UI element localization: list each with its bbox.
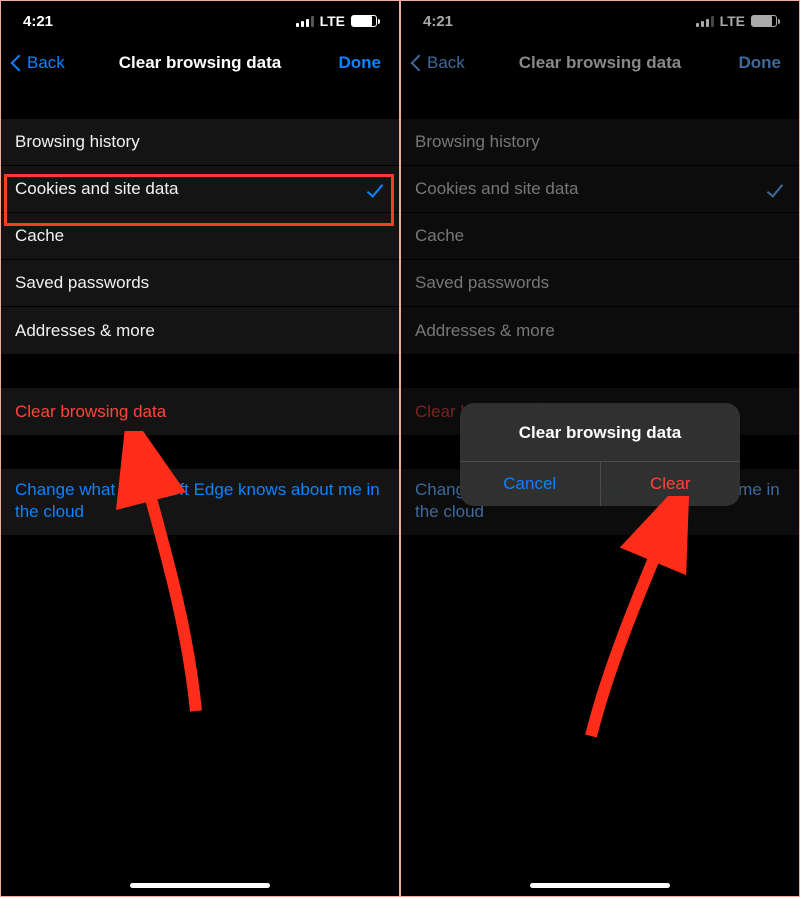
option-label: Addresses & more [15, 321, 155, 341]
option-passwords[interactable]: Saved passwords [1, 260, 399, 307]
option-passwords: Saved passwords [401, 260, 799, 307]
option-cookies: Cookies and site data [401, 166, 799, 213]
signal-icon [296, 16, 314, 27]
nav-bar: Back Clear browsing data Done [401, 41, 799, 85]
option-cache[interactable]: Cache [1, 213, 399, 260]
back-button: Back [403, 53, 465, 73]
option-label: Cookies and site data [15, 179, 179, 199]
screenshot-right: 4:21 LTE Back Clear browsing data Done B… [400, 0, 800, 897]
option-label: Addresses & more [415, 321, 555, 341]
back-button[interactable]: Back [3, 53, 65, 73]
battery-icon [351, 15, 377, 27]
options-list: Browsing history Cookies and site data C… [401, 119, 799, 354]
status-time: 4:21 [23, 13, 53, 30]
cancel-button[interactable]: Cancel [460, 462, 601, 506]
option-label: Browsing history [15, 132, 140, 152]
option-label: Cache [15, 226, 64, 246]
done-button[interactable]: Done [339, 53, 394, 73]
status-bar: 4:21 LTE [401, 1, 799, 41]
chevron-left-icon [11, 55, 28, 72]
confirm-dialog: Clear browsing data Cancel Clear [460, 403, 740, 506]
cloud-privacy-link[interactable]: Change what Microsoft Edge knows about m… [1, 469, 399, 535]
option-browsing-history: Browsing history [401, 119, 799, 166]
chevron-left-icon [411, 55, 428, 72]
dialog-title: Clear browsing data [460, 403, 740, 461]
clear-button[interactable]: Clear [601, 462, 741, 506]
signal-icon [696, 16, 714, 27]
home-indicator [530, 883, 670, 888]
option-label: Cookies and site data [415, 179, 579, 199]
options-list: Browsing history Cookies and site data C… [1, 119, 399, 354]
nav-bar: Back Clear browsing data Done [1, 41, 399, 85]
option-browsing-history[interactable]: Browsing history [1, 119, 399, 166]
option-label: Saved passwords [415, 273, 549, 293]
done-button: Done [739, 53, 794, 73]
checkmark-icon [767, 180, 783, 197]
option-cache: Cache [401, 213, 799, 260]
home-indicator [130, 883, 270, 888]
option-label: Browsing history [415, 132, 540, 152]
battery-icon [751, 15, 777, 27]
network-label: LTE [720, 13, 745, 29]
option-label: Cache [415, 226, 464, 246]
network-label: LTE [320, 13, 345, 29]
checkmark-icon [367, 180, 383, 197]
back-label: Back [27, 53, 65, 73]
clear-label: Clear browsing data [15, 402, 166, 422]
option-label: Saved passwords [15, 273, 149, 293]
clear-browsing-data-button[interactable]: Clear browsing data [1, 388, 399, 435]
option-addresses[interactable]: Addresses & more [1, 307, 399, 354]
screenshot-left: 4:21 LTE Back Clear browsing data Done B… [0, 0, 400, 897]
back-label: Back [427, 53, 465, 73]
status-time: 4:21 [423, 13, 453, 30]
status-bar: 4:21 LTE [1, 1, 399, 41]
option-cookies[interactable]: Cookies and site data [1, 166, 399, 213]
option-addresses: Addresses & more [401, 307, 799, 354]
